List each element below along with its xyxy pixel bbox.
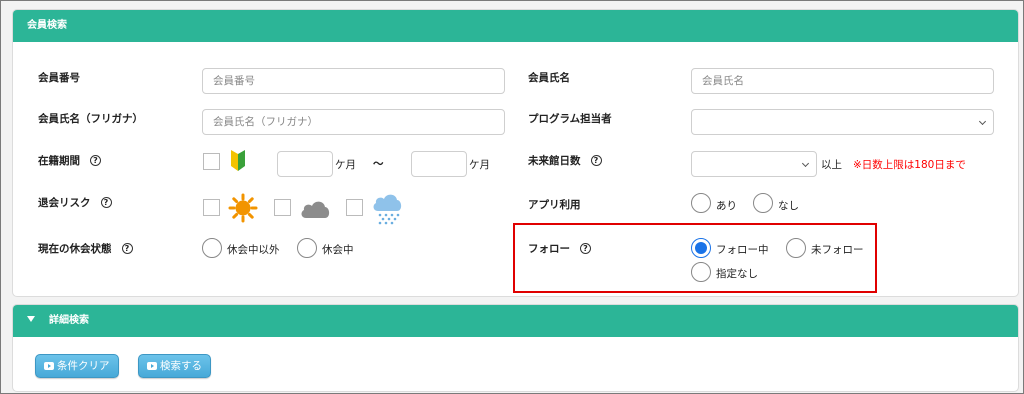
clear-conditions-button[interactable]: 条件クリア	[35, 354, 119, 378]
program-staff-label: プログラム担当者	[528, 113, 612, 125]
enrollment-period-label: 在籍期間?	[38, 153, 101, 168]
enrollment-period-to-unit: ケ月	[469, 159, 490, 171]
sun-checkbox[interactable]	[203, 199, 220, 216]
app-usage-label: アプリ利用	[528, 199, 581, 211]
search-button[interactable]: 検索する	[138, 354, 211, 378]
app-usage-yes-radio[interactable]	[691, 193, 711, 213]
app-usage-no-label: なし	[778, 200, 799, 212]
panel-title: 会員検索	[13, 10, 1018, 42]
help-icon[interactable]: ?	[121, 243, 133, 254]
enrollment-period-from-unit: ケ月	[335, 159, 356, 171]
sun-icon	[228, 193, 258, 223]
cloud-checkbox[interactable]	[274, 199, 291, 216]
beginner-mark-icon	[231, 150, 245, 171]
help-icon[interactable]: ?	[100, 197, 112, 208]
leave-status-label-text: 現在の休会状態	[38, 243, 112, 255]
days-not-visited-label-text: 未来館日数	[528, 155, 581, 167]
beginner-checkbox[interactable]	[203, 153, 220, 170]
cloud-icon	[301, 201, 330, 218]
member-name-input[interactable]: 会員氏名	[691, 68, 994, 94]
enrollment-period-to-input[interactable]	[411, 151, 467, 177]
rain-cloud-icon	[373, 194, 402, 225]
search-button-label: 検索する	[160, 360, 202, 372]
member-name-kana-input[interactable]: 会員氏名（フリガナ）	[202, 109, 505, 135]
member-number-label: 会員番号	[38, 72, 80, 84]
window-frame: 会員検索 会員番号 会員番号 会員氏名 会員氏名 会員氏名（フリガナ） 会員氏名…	[0, 0, 1024, 394]
rain-checkbox[interactable]	[346, 199, 363, 216]
days-limit-note: ※日数上限は180日まで	[853, 159, 966, 171]
member-name-label: 会員氏名	[528, 72, 570, 84]
member-name-kana-label: 会員氏名（フリガナ）	[38, 113, 143, 125]
follow-highlight-box	[513, 223, 877, 293]
withdrawal-risk-label: 退会リスク?	[38, 195, 112, 210]
play-icon	[44, 362, 54, 370]
app-usage-yes-label: あり	[716, 200, 737, 212]
leave-status-label: 現在の休会状態?	[38, 241, 133, 256]
member-number-input[interactable]: 会員番号	[202, 68, 505, 94]
advanced-search-panel: 詳細検索 条件クリア 検索する	[12, 304, 1019, 392]
program-staff-select[interactable]	[691, 109, 994, 135]
range-separator: ～	[373, 158, 384, 170]
play-icon	[147, 362, 157, 370]
not-on-leave-label: 休会中以外	[227, 244, 280, 256]
days-not-visited-label: 未来館日数?	[528, 153, 602, 168]
help-icon[interactable]: ?	[90, 155, 101, 166]
member-search-panel: 会員検索 会員番号 会員番号 会員氏名 会員氏名 会員氏名（フリガナ） 会員氏名…	[12, 9, 1019, 297]
days-not-visited-select[interactable]	[691, 151, 817, 177]
on-leave-label: 休会中	[322, 244, 354, 256]
on-leave-radio[interactable]	[297, 238, 317, 258]
enrollment-period-label-text: 在籍期間	[38, 155, 80, 167]
days-not-visited-suffix: 以上	[821, 159, 842, 171]
advanced-search-title: 詳細検索	[49, 315, 89, 326]
app-usage-no-radio[interactable]	[753, 193, 773, 213]
not-on-leave-radio[interactable]	[202, 238, 222, 258]
clear-conditions-label: 条件クリア	[57, 360, 110, 372]
withdrawal-risk-label-text: 退会リスク	[38, 197, 91, 209]
advanced-search-toggle[interactable]: 詳細検索	[13, 305, 1018, 337]
caret-down-icon	[27, 316, 35, 322]
help-icon[interactable]: ?	[590, 155, 602, 166]
enrollment-period-from-input[interactable]	[277, 151, 333, 177]
